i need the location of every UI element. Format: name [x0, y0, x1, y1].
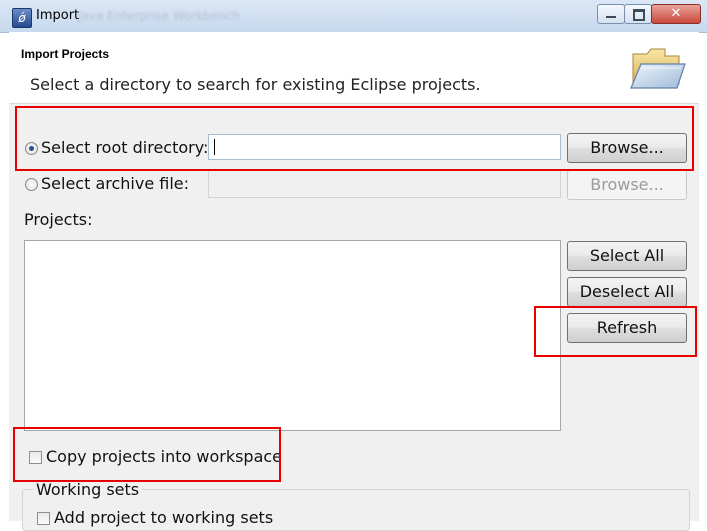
annotation-refresh — [534, 306, 697, 357]
add-to-working-sets-label: Add project to working sets — [54, 508, 274, 527]
archive-file-input[interactable] — [208, 170, 561, 198]
maximize-icon — [633, 9, 645, 21]
archive-file-label: Select archive file: — [41, 174, 190, 193]
maximize-button[interactable] — [624, 4, 652, 24]
select-all-button[interactable]: Select All — [567, 241, 687, 271]
minimize-icon — [606, 16, 616, 18]
close-icon: ✕ — [670, 6, 682, 21]
browse-archive-button[interactable]: Browse... — [567, 170, 687, 200]
eclipse-icon: ǿ — [12, 8, 32, 28]
open-folder-icon — [630, 48, 686, 89]
window-title: Import — [36, 8, 80, 23]
add-to-working-sets-checkbox[interactable] — [37, 512, 50, 525]
archive-file-radio[interactable] — [25, 178, 38, 191]
projects-list[interactable] — [24, 240, 561, 431]
deselect-all-button[interactable]: Deselect All — [567, 277, 687, 307]
page-title: Import Projects — [21, 47, 110, 61]
close-button[interactable]: ✕ — [651, 4, 701, 24]
annotation-copy-projects — [13, 427, 281, 482]
page-description: Select a directory to search for existin… — [30, 75, 481, 94]
minimize-button[interactable] — [597, 4, 625, 24]
window-title-blurred: Java Enterprise Workbench — [78, 9, 240, 23]
projects-label: Projects: — [24, 210, 93, 229]
annotation-root-directory — [15, 106, 694, 171]
working-sets-label: Working sets — [33, 480, 143, 499]
